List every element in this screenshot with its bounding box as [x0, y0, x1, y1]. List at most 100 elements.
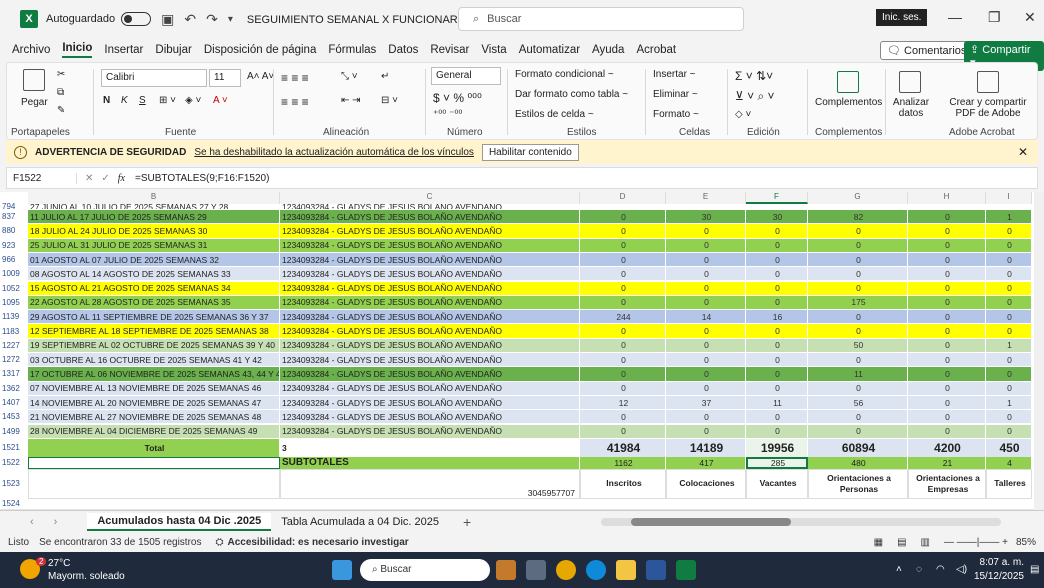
formula-input[interactable]: =SUBTOTALES(9;F16:F1520)	[135, 173, 269, 184]
cell-h[interactable]: 0	[908, 267, 986, 281]
cell-g[interactable]: 0	[808, 224, 908, 238]
cell-e[interactable]: 37	[666, 395, 746, 410]
tab-revisar[interactable]: Revisar	[430, 44, 469, 56]
cell-e[interactable]: 0	[666, 353, 746, 367]
cancel-formula-icon[interactable]: ✕	[85, 173, 93, 184]
cell-g[interactable]: 50	[808, 338, 908, 352]
total-g[interactable]: 60894	[808, 438, 908, 457]
cell-d[interactable]: 0	[580, 324, 666, 338]
cell-i[interactable]: 1	[986, 210, 1032, 224]
cell-h[interactable]: 0	[908, 367, 986, 381]
cell-c[interactable]: 1234093284 - GLADYS DE JESUS BOLAÑO AVEN…	[280, 252, 580, 267]
cell-g[interactable]: 0	[808, 238, 908, 252]
cell-b[interactable]: 25 JULIO AL 31 JULIO DE 2025 SEMANAS 31	[28, 238, 280, 252]
subtotal-i[interactable]: 4	[986, 456, 1032, 469]
row-number[interactable]: 1453	[0, 410, 28, 423]
volume-icon[interactable]: ◁)	[956, 564, 967, 575]
align-left-icon[interactable]: ≡ ≡ ≡	[281, 95, 309, 109]
total-h[interactable]: 4200	[908, 438, 986, 457]
header-i[interactable]: Talleres	[986, 468, 1032, 499]
task-view-icon[interactable]	[526, 560, 546, 580]
cell-h[interactable]: 0	[908, 410, 986, 424]
cell-h[interactable]	[908, 204, 986, 209]
column-header[interactable]: E	[666, 192, 746, 204]
cell-d[interactable]: 0	[580, 353, 666, 367]
cell-h[interactable]: 0	[908, 395, 986, 410]
font-grow-icon[interactable]: A˄ A˅	[247, 71, 274, 82]
subtotal-h[interactable]: 21	[908, 456, 986, 469]
sheet-tab-tabla[interactable]: Tabla Acumulada a 04 Dic. 2025	[271, 514, 449, 530]
cell-f[interactable]	[746, 204, 808, 209]
start-icon[interactable]	[332, 560, 352, 580]
cell-e[interactable]	[666, 204, 746, 209]
tab-vista[interactable]: Vista	[481, 44, 506, 56]
column-header[interactable]: B	[28, 192, 280, 204]
cell-c[interactable]: 1234093284 - GLADYS DE JESUS BOLAÑO AVEN…	[280, 324, 580, 338]
row-number[interactable]: 1524	[0, 499, 28, 509]
cell-d[interactable]: 12	[580, 395, 666, 410]
cell-d[interactable]	[580, 204, 666, 209]
cell-g[interactable]: 0	[808, 353, 908, 367]
cell-c[interactable]: 1234093284 - GLADYS DE JESUS BOLAÑO AVEN…	[280, 224, 580, 238]
confirm-formula-icon[interactable]: ✓	[101, 173, 109, 184]
cell-e[interactable]: 0	[666, 410, 746, 424]
cell-f[interactable]: 0	[746, 238, 808, 252]
cell-g[interactable]: 0	[808, 381, 908, 395]
close-button[interactable]: ✕	[1024, 9, 1036, 26]
cell-i[interactable]: 0	[986, 295, 1032, 310]
page-break-icon[interactable]: ▥	[921, 537, 930, 548]
column-header[interactable]: F	[746, 192, 808, 204]
cell-g[interactable]	[808, 204, 908, 209]
vertical-scrollbar[interactable]	[1034, 192, 1044, 510]
row-number[interactable]: 1522	[0, 457, 28, 469]
cell-d[interactable]: 0	[580, 295, 666, 310]
analyze-data-icon[interactable]	[899, 71, 921, 93]
cell-f[interactable]: 0	[746, 295, 808, 310]
format-as-table-button[interactable]: Dar formato como tabla ~	[515, 89, 628, 100]
cell-f[interactable]: 16	[746, 310, 808, 324]
cell-e[interactable]: 0	[666, 224, 746, 238]
header-d[interactable]: Inscritos	[580, 468, 666, 499]
autosave-toggle[interactable]	[121, 12, 152, 26]
cell-c[interactable]: 3045957707	[280, 468, 580, 499]
cell-d[interactable]: 0	[580, 338, 666, 352]
cell-f[interactable]: 0	[746, 367, 808, 381]
orientation-icon[interactable]: ⤡ ˅	[341, 71, 358, 82]
cell-f[interactable]: 30	[746, 210, 808, 224]
cell-i[interactable]	[986, 204, 1032, 209]
restore-button[interactable]: ❐	[988, 9, 1001, 26]
cell-e[interactable]: 0	[666, 267, 746, 281]
tray-chevron-icon[interactable]: ˄	[896, 564, 902, 575]
cell-c[interactable]: 1234093284 - GLADYS DE JESUS BOLAÑO AVEN…	[280, 410, 580, 424]
customize-qat-icon[interactable]: ▾	[228, 14, 233, 25]
row-number[interactable]: 794	[0, 202, 28, 211]
notifications-icon[interactable]: ▤	[1030, 564, 1039, 575]
acrobat-button[interactable]: Crear y compartir PDF de Adobe	[941, 97, 1035, 119]
clock-date[interactable]: 15/12/2025	[970, 571, 1024, 582]
cell-d[interactable]: 0	[580, 410, 666, 424]
cell-h[interactable]: 0	[908, 295, 986, 310]
horizontal-scrollbar[interactable]	[601, 517, 1002, 526]
cell-f[interactable]: 0	[746, 324, 808, 338]
cell-g[interactable]: 11	[808, 367, 908, 381]
decimal-icon[interactable]: ⁺⁰⁰ ⁻⁰⁰	[433, 109, 462, 120]
clipboard-icon[interactable]	[23, 69, 45, 91]
total-f[interactable]: 19956	[746, 438, 808, 457]
column-header[interactable]: G	[808, 192, 908, 204]
security-message-link[interactable]: Se ha deshabilitado la actualización aut…	[194, 147, 474, 158]
font-size-select[interactable]: 11	[209, 69, 241, 87]
cell-b[interactable]: 12 SEPTIEMBRE AL 18 SEPTIEMBRE DE 2025 S…	[28, 324, 280, 338]
word-icon[interactable]	[646, 560, 666, 580]
cell-g[interactable]: 56	[808, 395, 908, 410]
cell-c[interactable]: 1234093284 - GLADYS DE JESUS BOLAÑO AVEN…	[280, 295, 580, 310]
cell-b[interactable]: 21 NOVIEMBRE AL 27 NOVIEMBRE DE 2025 SEM…	[28, 410, 280, 424]
cell-f[interactable]: 11	[746, 395, 808, 410]
row-number[interactable]: 1095	[0, 296, 28, 309]
prev-sheet-icon[interactable]: ‹	[30, 516, 34, 528]
column-header[interactable]: I	[986, 192, 1032, 204]
column-header[interactable]: D	[580, 192, 666, 204]
row-number[interactable]: 1183	[0, 324, 28, 337]
underline-icon[interactable]: S	[139, 95, 146, 106]
header-h[interactable]: Orientaciones a Empresas	[908, 468, 986, 499]
cell-g[interactable]: 82	[808, 210, 908, 224]
